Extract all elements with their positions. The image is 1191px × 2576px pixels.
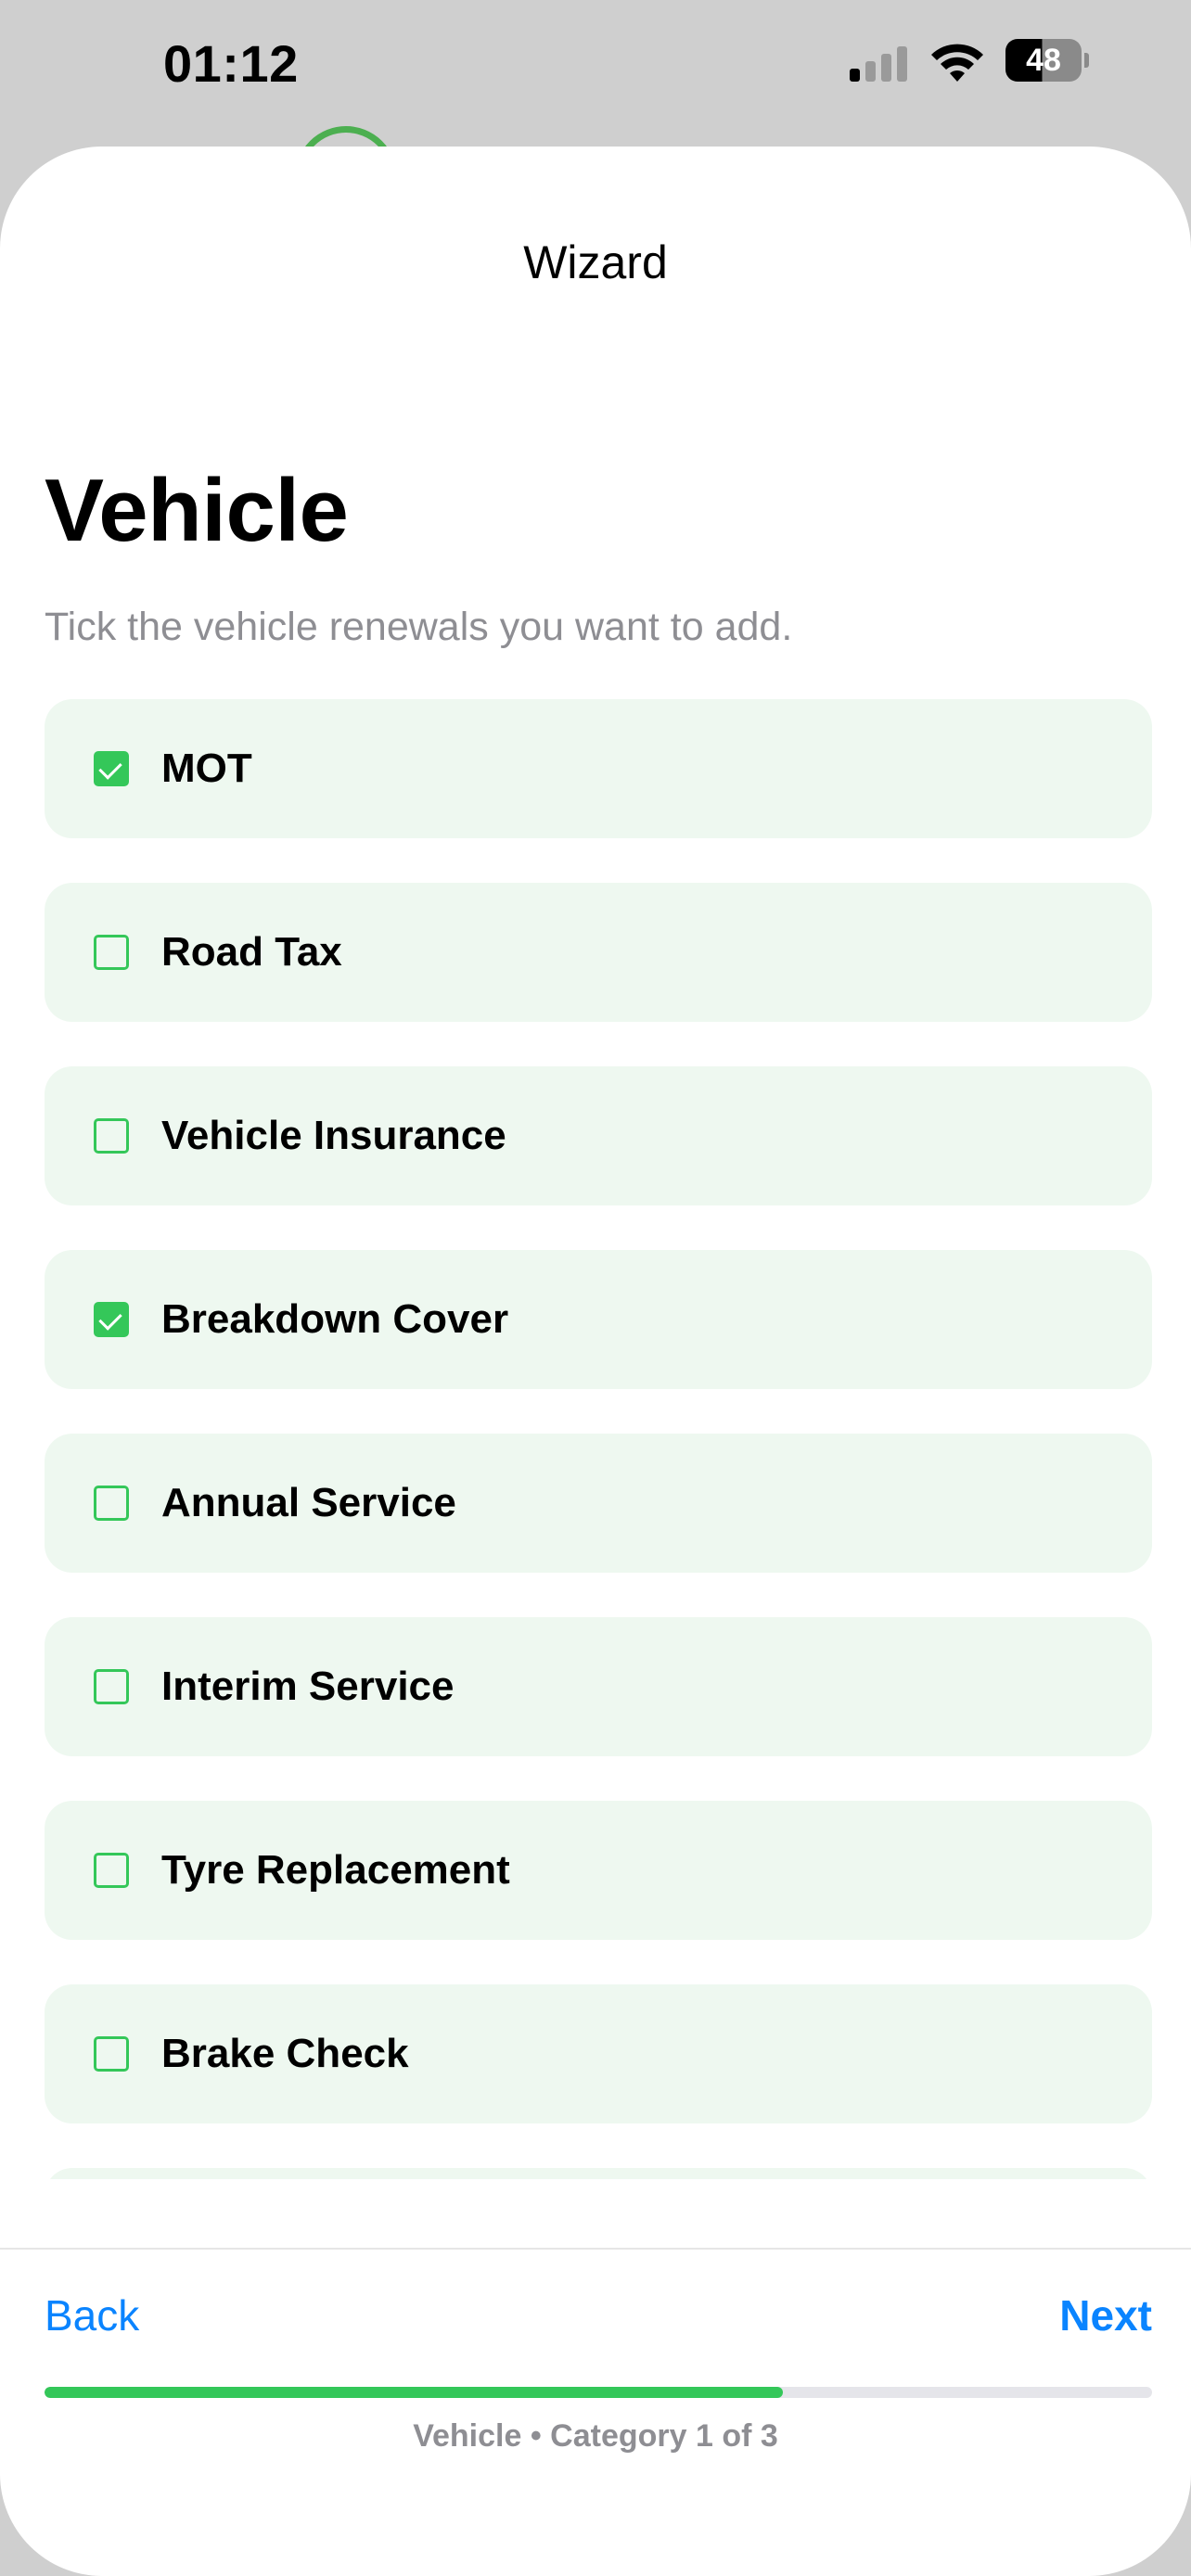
checkbox[interactable] <box>94 1118 129 1154</box>
checkbox[interactable] <box>94 1302 129 1337</box>
list-item-label: Interim Service <box>161 1664 455 1709</box>
next-button[interactable]: Next <box>1059 2290 1152 2340</box>
list-item[interactable]: Interim Service <box>45 1617 1152 1756</box>
screen: 01:12 48 Wizard Vehicle Tick the vehicle… <box>0 0 1191 2576</box>
list-item-label: Road Tax <box>161 929 342 975</box>
checkbox[interactable] <box>94 2036 129 2072</box>
checkbox[interactable] <box>94 1853 129 1888</box>
checkbox[interactable] <box>94 751 129 786</box>
battery-level: 48 <box>1026 43 1061 78</box>
progress-caption: Vehicle • Category 1 of 3 <box>413 2418 778 2454</box>
checkbox[interactable] <box>94 1486 129 1521</box>
status-time: 01:12 <box>163 34 299 93</box>
progress-fill <box>45 2387 784 2398</box>
signal-icon <box>850 45 909 82</box>
list-item-label: Vehicle Insurance <box>161 1113 506 1158</box>
list-item[interactable]: Road Tax <box>45 883 1152 1022</box>
page-subtitle: Tick the vehicle renewals you want to ad… <box>45 605 793 649</box>
list-item-label: Breakdown Cover <box>161 1296 509 1342</box>
list-item[interactable]: Breakdown Cover <box>45 1250 1152 1389</box>
list-item-label: Brake Check <box>161 2031 409 2076</box>
list-item[interactable]: Vehicle Insurance <box>45 1066 1152 1205</box>
footer-divider <box>0 2248 1191 2250</box>
list-item-label: Tyre Replacement <box>161 1847 510 1893</box>
checkbox[interactable] <box>94 1669 129 1704</box>
progress-bar <box>45 2387 1152 2398</box>
checkbox[interactable] <box>94 935 129 970</box>
list-item[interactable]: Annual Service <box>45 1434 1152 1573</box>
list-item-label: Annual Service <box>161 1480 456 1525</box>
list-item[interactable]: Tyre Replacement <box>45 1801 1152 1940</box>
back-button[interactable]: Back <box>45 2290 139 2340</box>
wizard-sheet: Wizard Vehicle Tick the vehicle renewals… <box>0 147 1191 2576</box>
status-bar: 01:12 48 <box>0 0 1191 139</box>
list-item-label: MOT <box>161 746 252 791</box>
list-item-partial[interactable] <box>45 2168 1152 2179</box>
page-title: Vehicle <box>45 461 349 560</box>
wifi-icon <box>931 44 983 82</box>
sheet-title: Wizard <box>523 236 668 288</box>
renewal-list: MOT Road Tax Vehicle Insurance Breakdown… <box>45 699 1152 2179</box>
list-item[interactable]: MOT <box>45 699 1152 838</box>
list-item[interactable]: Brake Check <box>45 1984 1152 2123</box>
checkmark-icon <box>98 756 122 780</box>
checkmark-icon <box>98 1307 122 1331</box>
battery-icon: 48 <box>1005 39 1089 82</box>
